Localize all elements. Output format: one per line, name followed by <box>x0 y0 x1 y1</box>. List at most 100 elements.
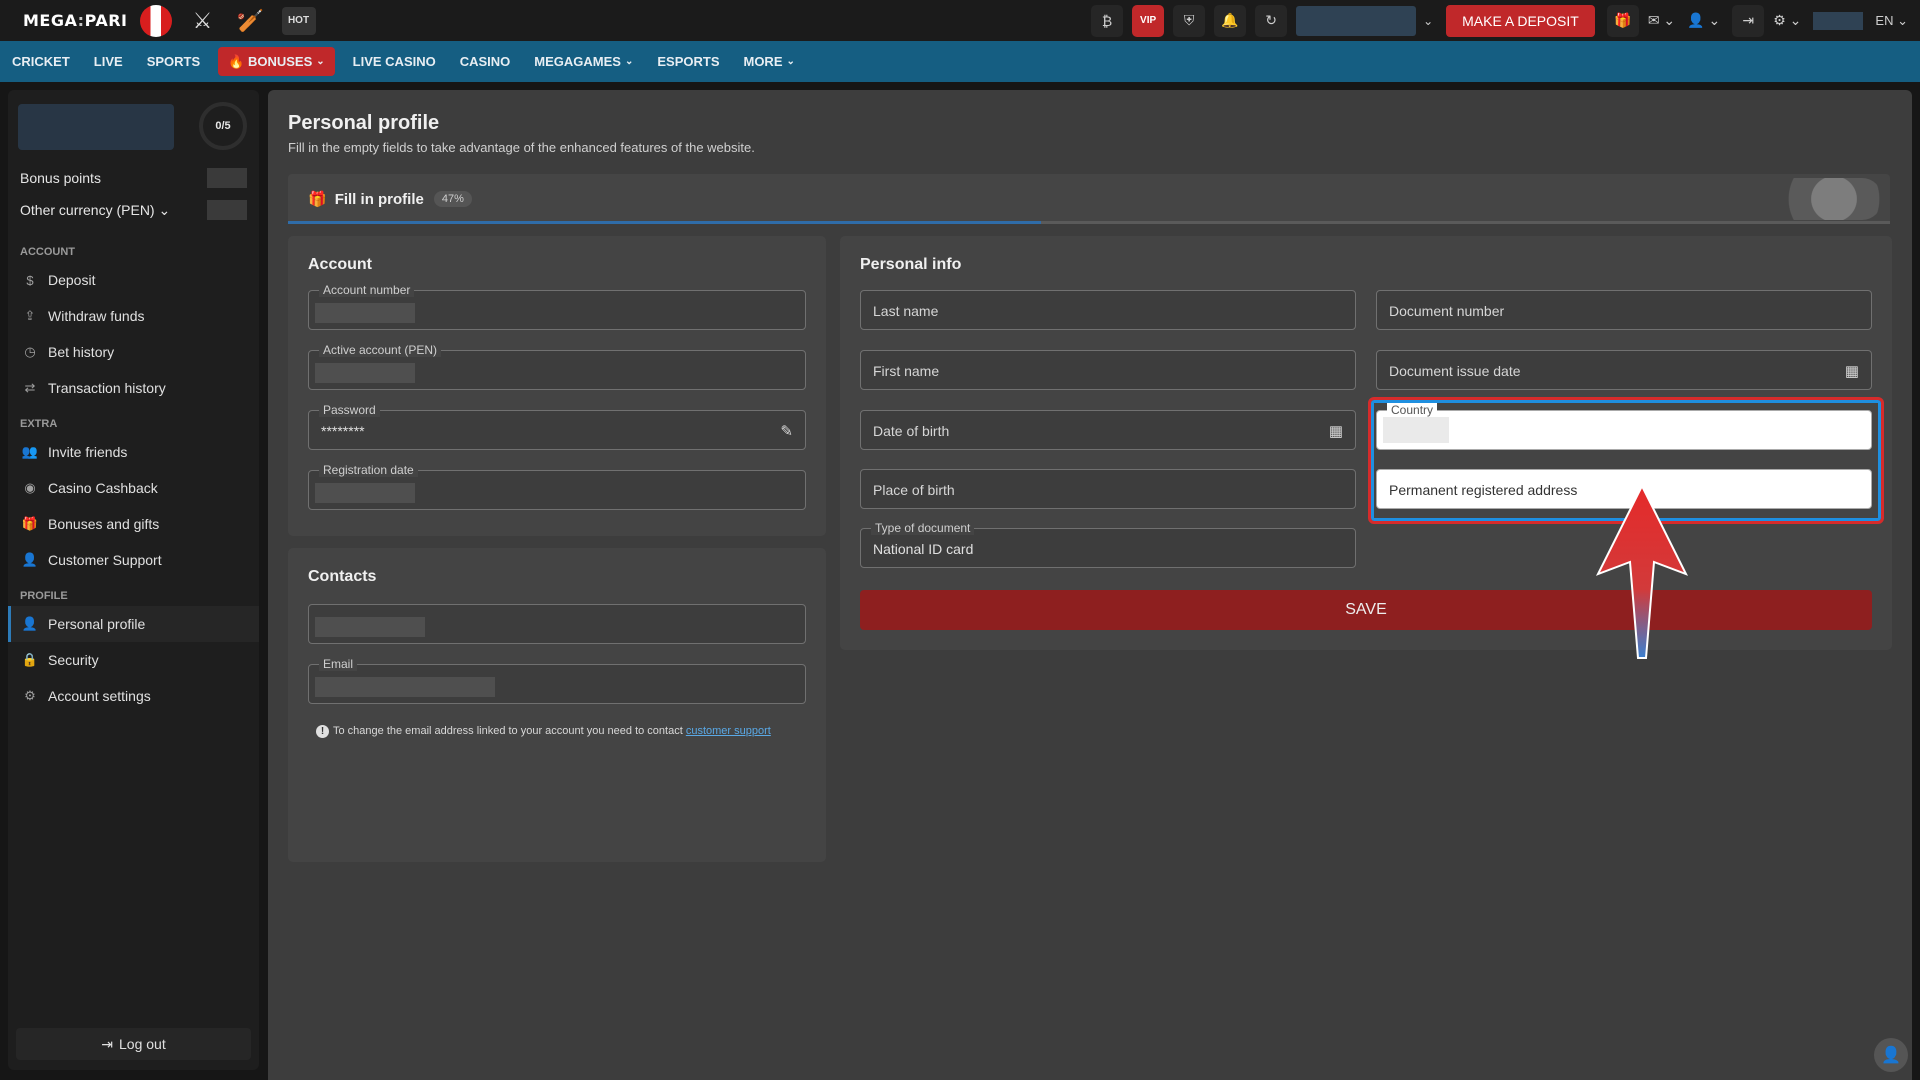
nav-bonuses-label: BONUSES <box>247 54 313 69</box>
personal-info-title: Personal info <box>860 256 962 273</box>
sidebar-item-invite-friends[interactable]: 👥 Invite friends <box>8 434 259 470</box>
nav-sports[interactable]: SPORTS <box>135 41 212 82</box>
sidebar-item-bonuses-gifts[interactable]: 🎁 Bonuses and gifts <box>8 506 259 542</box>
customer-support-link[interactable]: customer support <box>686 725 771 737</box>
nav-casino[interactable]: CASINO <box>448 41 523 82</box>
cricket-icon[interactable]: 🏏 <box>234 6 268 36</box>
messages-dropdown[interactable]: ✉ ⌄ <box>1648 6 1675 36</box>
vip-button[interactable]: VIP <box>1132 4 1165 37</box>
fire-icon: 🔥 <box>228 53 248 69</box>
user-icon: 👤 <box>21 616 39 631</box>
sidebar-item-casino-cashback[interactable]: ◉ Casino Cashback <box>8 470 259 506</box>
sidebar-item-deposit[interactable]: $ Deposit <box>8 262 259 298</box>
chevron-down-icon: ⌄ <box>786 56 795 67</box>
last-name-input[interactable]: Last name <box>860 290 1356 330</box>
lock-icon: 🔒 <box>21 652 39 667</box>
chevron-down-icon: ⌄ <box>624 56 634 67</box>
sidebar-section-extra: EXTRA <box>20 418 58 430</box>
logout-button[interactable]: ⇥ Log out <box>16 1028 251 1060</box>
password-value: ******** <box>321 423 365 439</box>
sidebar-item-label: Security <box>48 652 99 668</box>
sidebar-item-label: Customer Support <box>48 552 162 568</box>
registration-date-value <box>315 483 415 503</box>
sidebar-item-personal-profile[interactable]: 👤 Personal profile <box>8 606 259 642</box>
user-menu-dropdown[interactable]: 👤 ⌄ <box>1687 6 1720 36</box>
support-agent-icon: 👤 <box>21 552 39 567</box>
balance-display[interactable] <box>1296 5 1417 36</box>
logo-left: MEGA <box>23 11 78 30</box>
nav-esports[interactable]: ESPORTS <box>645 41 731 82</box>
chip-icon: ◉ <box>24 480 36 495</box>
sidebar: 0/5 Bonus points Other currency (PEN) ⌄ … <box>8 90 259 1070</box>
sidebar-item-bet-history[interactable]: ◷ Bet history <box>8 334 259 370</box>
sidebar-profile-summary: 0/5 <box>8 90 259 162</box>
peru-flag-icon[interactable] <box>139 4 172 37</box>
nav-more[interactable]: MORE ⌄ <box>731 41 806 82</box>
other-currency-value <box>207 200 247 220</box>
progress-track <box>288 221 1890 224</box>
nav-live-casino[interactable]: LIVE CASINO <box>341 41 448 82</box>
nav-bonuses[interactable]: 🔥 BONUSES ⌄ <box>218 47 335 76</box>
sidebar-item-account-settings[interactable]: ⚙ Account settings <box>8 678 259 714</box>
logout-icon[interactable]: ⇥ <box>1732 4 1765 37</box>
phone-field[interactable] <box>308 604 806 644</box>
edit-pencil-icon[interactable]: ✎ <box>780 422 793 440</box>
sidebar-item-customer-support[interactable]: 👤 Customer Support <box>8 542 259 578</box>
settings-dropdown[interactable]: ⚙ ⌄ <box>1773 6 1801 36</box>
registration-date-label: Registration date <box>319 463 418 477</box>
document-number-input[interactable]: Document number <box>1376 290 1872 330</box>
chevron-down-icon: ⌄ <box>158 201 171 218</box>
account-number-label: Account number <box>319 283 415 297</box>
first-name-placeholder: First name <box>873 363 940 379</box>
sidebar-item-withdraw[interactable]: ⇪ Withdraw funds <box>8 298 259 334</box>
sidebar-item-security[interactable]: 🔒 Security <box>8 642 259 678</box>
nav-live[interactable]: LIVE <box>82 41 135 82</box>
nav-cricket[interactable]: CRICKET <box>0 41 82 82</box>
sidebar-item-transaction-history[interactable]: ⇄ Transaction history <box>8 370 259 406</box>
phone-value <box>315 617 425 637</box>
site-logo[interactable]: MEGA:PARI <box>23 11 128 30</box>
document-issue-date-input[interactable]: Document issue date ▦ <box>1376 350 1872 390</box>
sidebar-item-label: Deposit <box>48 272 96 288</box>
language-selector[interactable]: EN ⌄ <box>1875 13 1908 29</box>
shield-icon[interactable]: ⛨ <box>1173 4 1206 37</box>
chevron-down-icon: ⌄ <box>1785 12 1802 28</box>
password-field[interactable]: Password ******** ✎ <box>308 403 806 450</box>
top-bar: MEGA:PARI ⚔ 🏏 HOT ₿ VIP ⛨ 🔔 ↻ ⌄ MAKE A D… <box>0 0 1920 41</box>
envelope-icon: ✉ <box>1647 12 1660 28</box>
dota-icon[interactable]: ⚔ <box>186 6 220 36</box>
date-of-birth-input[interactable]: Date of birth ▦ <box>860 410 1356 450</box>
calendar-icon[interactable]: ▦ <box>1845 362 1859 380</box>
place-of-birth-input[interactable]: Place of birth <box>860 469 1356 509</box>
calendar-icon[interactable]: ▦ <box>1329 422 1343 440</box>
refresh-icon[interactable]: ↻ <box>1255 4 1288 37</box>
sidebar-item-label: Withdraw funds <box>48 308 145 324</box>
account-id-box <box>18 104 174 150</box>
account-card-title: Account <box>308 256 372 273</box>
hot-games-icon[interactable]: HOT <box>281 6 316 35</box>
gift-icon[interactable]: 🎁 <box>1606 4 1639 37</box>
document-type-select[interactable]: Type of document National ID card <box>860 521 1356 568</box>
notification-bell-icon[interactable]: 🔔 <box>1214 4 1247 37</box>
progress-fill <box>288 221 1041 224</box>
chat-support-icon[interactable]: 👤 <box>1874 1038 1908 1072</box>
nav-megagames-label: MEGAGAMES <box>534 54 621 69</box>
level-progress-circle[interactable]: 0/5 <box>199 102 247 150</box>
other-currency-text: Other currency (PEN) <box>20 201 155 218</box>
sidebar-menu: ACCOUNT $ Deposit ⇪ Withdraw funds ◷ Bet hi… <box>8 234 259 714</box>
bitcoin-icon[interactable]: ₿ <box>1091 4 1124 37</box>
bonus-points-value <box>207 168 247 188</box>
page-subtitle: Fill in the empty fields to take advanta… <box>288 140 755 155</box>
first-name-input[interactable]: First name <box>860 350 1356 390</box>
chevron-down-icon[interactable]: ⌄ <box>1416 14 1440 28</box>
document-issue-date-placeholder: Document issue date <box>1389 363 1521 379</box>
make-deposit-button[interactable]: MAKE A DEPOSIT <box>1446 4 1595 37</box>
chevron-down-icon: ⌄ <box>1659 12 1676 28</box>
nav-more-label: MORE <box>743 54 783 69</box>
chevron-down-icon: ⌄ <box>316 56 325 67</box>
save-button[interactable]: SAVE <box>860 590 1872 630</box>
other-currency-row[interactable]: Other currency (PEN) ⌄ <box>8 194 259 226</box>
fill-profile-label: 🎁 Fill in profile 47% <box>308 190 472 208</box>
nav-megagames[interactable]: MEGAGAMES ⌄ <box>522 41 645 82</box>
sidebar-item-label: Invite friends <box>48 444 128 460</box>
